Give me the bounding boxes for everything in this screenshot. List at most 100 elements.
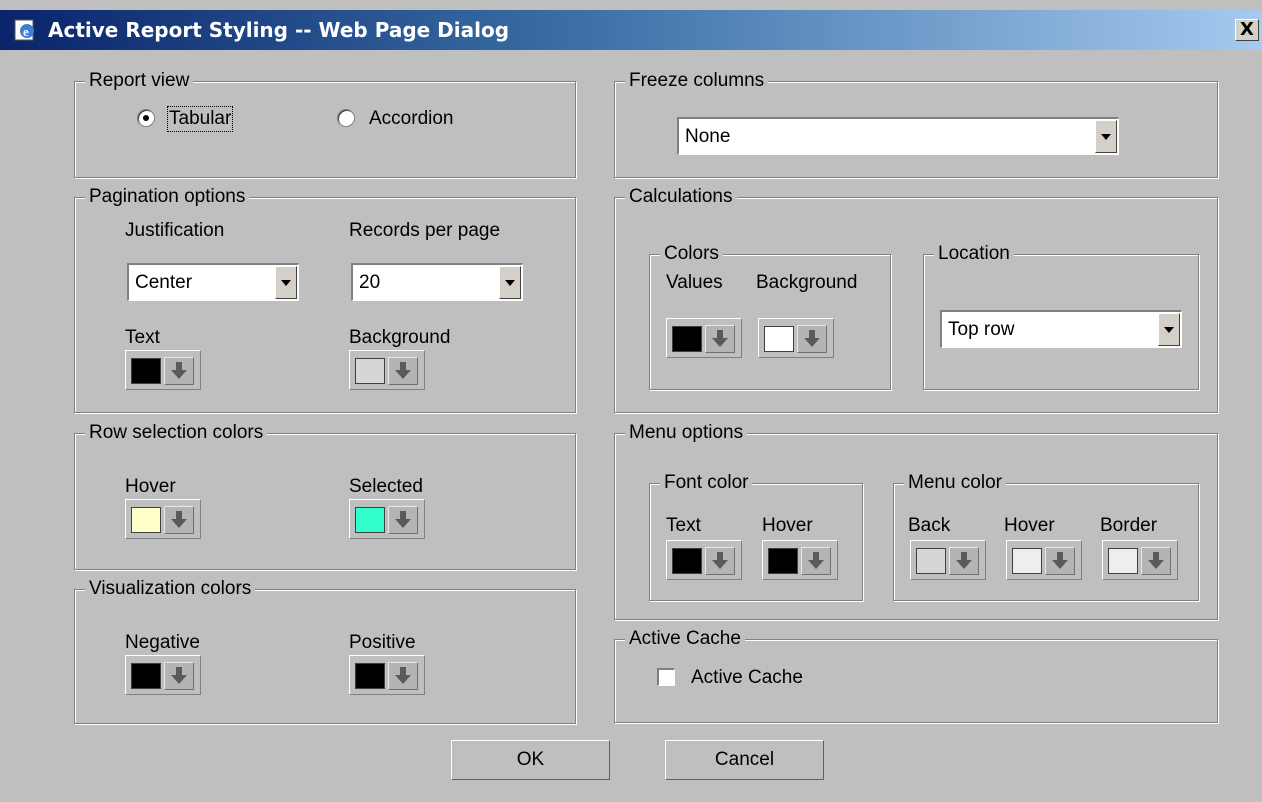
menu-text-color-picker[interactable] <box>666 540 742 580</box>
ok-button[interactable]: OK <box>451 740 610 780</box>
close-button[interactable]: X <box>1235 19 1259 41</box>
menu-font-hover-label: Hover <box>762 515 813 536</box>
freeze-columns-select[interactable]: None <box>677 117 1119 155</box>
active-cache-group: Active Cache Active Cache <box>614 628 1218 723</box>
colors-legend: Colors <box>660 243 723 265</box>
visualization-legend: Visualization colors <box>85 578 256 600</box>
color-swatch <box>916 548 946 574</box>
selected-color-picker[interactable] <box>349 499 425 539</box>
menu-color-group: Menu color Back Hover Border <box>893 472 1199 601</box>
pagination-options-legend: Pagination options <box>85 186 250 208</box>
arrow-down-icon[interactable] <box>705 325 735 353</box>
records-per-page-select[interactable]: 20 <box>351 263 523 301</box>
tabular-radio[interactable] <box>137 109 155 127</box>
menu-color-legend: Menu color <box>904 472 1006 494</box>
menu-back-label: Back <box>908 515 951 536</box>
chevron-down-icon[interactable] <box>1095 120 1117 153</box>
color-swatch <box>131 663 161 689</box>
negative-color-picker[interactable] <box>125 655 201 695</box>
freeze-columns-legend: Freeze columns <box>625 70 769 92</box>
negative-label: Negative <box>125 632 200 653</box>
cancel-button[interactable]: Cancel <box>665 740 824 780</box>
cancel-button-label: Cancel <box>714 749 775 770</box>
calculation-colors-group: Colors Values Background <box>649 243 891 390</box>
color-swatch <box>131 507 161 533</box>
color-swatch <box>672 326 702 352</box>
menu-font-hover-color-picker[interactable] <box>762 540 838 580</box>
arrow-down-icon[interactable] <box>797 325 827 353</box>
location-group: Location Top row <box>923 243 1199 390</box>
color-swatch <box>1012 548 1042 574</box>
calculations-legend: Calculations <box>625 186 737 208</box>
selected-label: Selected <box>349 476 423 497</box>
font-color-group: Font color Text Hover <box>649 472 863 601</box>
active-cache-legend: Active Cache <box>625 628 745 650</box>
color-swatch <box>131 358 161 384</box>
records-per-page-value: 20 <box>359 271 381 293</box>
color-swatch <box>1108 548 1138 574</box>
close-icon: X <box>1240 19 1254 40</box>
menu-border-color-picker[interactable] <box>1102 540 1178 580</box>
color-swatch <box>768 548 798 574</box>
pagination-options-group: Pagination options Justification Records… <box>74 186 576 413</box>
arrow-down-icon[interactable] <box>388 662 418 690</box>
arrow-down-icon[interactable] <box>388 357 418 385</box>
text-color-picker[interactable] <box>125 350 201 390</box>
chevron-down-icon[interactable] <box>1158 313 1180 346</box>
calc-background-label: Background <box>756 272 858 293</box>
arrow-down-icon[interactable] <box>949 547 979 575</box>
visualization-colors-group: Visualization colors Negative Positive <box>74 578 576 724</box>
color-swatch <box>355 663 385 689</box>
tabular-label[interactable]: Tabular <box>166 106 234 132</box>
location-legend: Location <box>934 243 1014 265</box>
arrow-down-icon[interactable] <box>1045 547 1075 575</box>
justification-select[interactable]: Center <box>127 263 299 301</box>
arrow-down-icon[interactable] <box>388 506 418 534</box>
chevron-down-icon[interactable] <box>499 266 521 299</box>
menu-hover-color-picker[interactable] <box>1006 540 1082 580</box>
report-view-legend: Report view <box>85 70 194 92</box>
row-selection-colors-group: Row selection colors Hover Selected <box>74 422 576 570</box>
calculations-group: Calculations Colors Values Background Lo… <box>614 186 1218 413</box>
menu-options-legend: Menu options <box>625 422 748 444</box>
active-cache-checkbox[interactable] <box>657 668 675 686</box>
justification-label: Justification <box>125 220 225 241</box>
location-value: Top row <box>948 318 1015 340</box>
text-color-label: Text <box>125 327 160 348</box>
freeze-columns-group: Freeze columns None <box>614 70 1218 178</box>
color-swatch <box>672 548 702 574</box>
location-select[interactable]: Top row <box>940 310 1182 348</box>
row-selection-legend: Row selection colors <box>85 422 268 444</box>
background-color-picker[interactable] <box>349 350 425 390</box>
arrow-down-icon[interactable] <box>1141 547 1171 575</box>
menu-options-group: Menu options Font color Text Hover Menu … <box>614 422 1218 620</box>
arrow-down-icon[interactable] <box>164 662 194 690</box>
accordion-radio[interactable] <box>337 109 355 127</box>
color-swatch <box>355 358 385 384</box>
values-label: Values <box>666 272 723 293</box>
svg-text:e: e <box>23 24 29 39</box>
hover-color-picker[interactable] <box>125 499 201 539</box>
active-cache-checkbox-label[interactable]: Active Cache <box>691 667 803 689</box>
internet-explorer-icon: e <box>14 19 34 41</box>
values-color-picker[interactable] <box>666 318 742 358</box>
menu-text-label: Text <box>666 515 701 536</box>
justification-value: Center <box>135 271 193 293</box>
positive-color-picker[interactable] <box>349 655 425 695</box>
radio-dot <box>143 115 149 121</box>
records-per-page-label: Records per page <box>349 220 501 241</box>
menu-border-label: Border <box>1100 515 1158 536</box>
arrow-down-icon[interactable] <box>705 547 735 575</box>
positive-label: Positive <box>349 632 416 653</box>
background-color-label: Background <box>349 327 451 348</box>
accordion-label[interactable]: Accordion <box>369 108 454 130</box>
menu-back-color-picker[interactable] <box>910 540 986 580</box>
arrow-down-icon[interactable] <box>164 357 194 385</box>
calc-background-color-picker[interactable] <box>758 318 834 358</box>
hover-label: Hover <box>125 476 176 497</box>
arrow-down-icon[interactable] <box>164 506 194 534</box>
arrow-down-icon[interactable] <box>801 547 831 575</box>
chevron-down-icon[interactable] <box>275 266 297 299</box>
color-swatch <box>764 326 794 352</box>
ok-button-label: OK <box>516 749 545 770</box>
